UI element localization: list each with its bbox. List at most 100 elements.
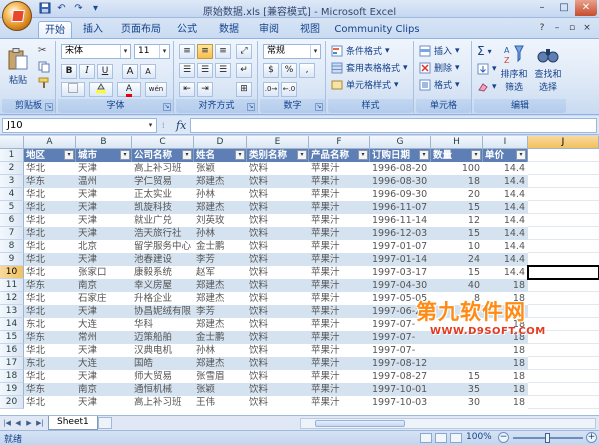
- grow-font-button[interactable]: A: [122, 64, 138, 79]
- table-cell[interactable]: 1997-07-: [370, 344, 431, 357]
- row-header[interactable]: 18: [0, 370, 24, 383]
- autosum-button[interactable]: Σ ▾: [477, 44, 492, 58]
- conditional-format-button[interactable]: 条件格式 ▾: [331, 44, 390, 57]
- table-cell[interactable]: 苹果汁: [309, 214, 370, 227]
- row-header[interactable]: 13: [0, 305, 24, 318]
- align-top-button[interactable]: ≡: [179, 44, 195, 59]
- table-cell[interactable]: [528, 279, 599, 292]
- row-header[interactable]: 16: [0, 344, 24, 357]
- table-cell[interactable]: 苹果汁: [309, 357, 370, 370]
- table-cell[interactable]: 40: [431, 279, 483, 292]
- tab-insert[interactable]: 插入: [78, 21, 108, 39]
- formula-input[interactable]: [190, 118, 597, 133]
- column-header-b[interactable]: B: [76, 136, 132, 149]
- row-header[interactable]: 12: [0, 292, 24, 305]
- horizontal-scrollbar[interactable]: [300, 418, 596, 429]
- row-header[interactable]: 14: [0, 318, 24, 331]
- qat-customize-icon[interactable]: ▾: [89, 2, 102, 15]
- table-cell[interactable]: 天津: [76, 396, 132, 409]
- format-as-table-button[interactable]: 套用表格格式 ▾: [331, 61, 408, 74]
- row-header[interactable]: 9: [0, 253, 24, 266]
- table-cell[interactable]: 饮料: [247, 357, 309, 370]
- row-header[interactable]: 4: [0, 188, 24, 201]
- table-cell[interactable]: 李芳: [194, 253, 247, 266]
- table-cell[interactable]: 天津: [76, 162, 132, 175]
- table-cell[interactable]: 天津: [76, 344, 132, 357]
- table-cell[interactable]: 南京: [76, 383, 132, 396]
- table-cell[interactable]: 华北: [24, 188, 76, 201]
- percent-button[interactable]: %: [281, 63, 297, 78]
- table-cell[interactable]: 幸义房屋: [132, 279, 194, 292]
- undo-icon[interactable]: ↶: [55, 2, 68, 15]
- table-cell[interactable]: [528, 383, 599, 396]
- table-cell[interactable]: 迈策船舶: [132, 331, 194, 344]
- filter-dropdown-icon[interactable]: ▾: [358, 150, 368, 160]
- table-cell[interactable]: 苹果汁: [309, 370, 370, 383]
- table-cell[interactable]: 饮料: [247, 370, 309, 383]
- table-cell[interactable]: 金士鹏: [194, 331, 247, 344]
- table-cell[interactable]: 15: [431, 201, 483, 214]
- table-cell[interactable]: [528, 357, 599, 370]
- table-cell[interactable]: 18: [483, 279, 528, 292]
- table-cell[interactable]: 1997-01-07: [370, 240, 431, 253]
- table-cell[interactable]: 华北: [24, 214, 76, 227]
- table-cell[interactable]: 北京: [76, 240, 132, 253]
- number-format-select[interactable]: 常规 ▾: [263, 44, 321, 59]
- table-cell[interactable]: 10: [431, 240, 483, 253]
- row-header[interactable]: 11: [0, 279, 24, 292]
- filter-dropdown-icon[interactable]: ▾: [235, 150, 245, 160]
- column-header-e[interactable]: E: [247, 136, 309, 149]
- merge-center-button[interactable]: ⊞: [236, 82, 252, 97]
- phonetic-button[interactable]: wén: [145, 82, 167, 97]
- decrease-indent-button[interactable]: ⇤: [179, 82, 195, 97]
- table-cell[interactable]: 14.4: [483, 201, 528, 214]
- table-cell[interactable]: 东北: [24, 318, 76, 331]
- table-cell[interactable]: 18: [431, 175, 483, 188]
- filter-dropdown-icon[interactable]: ▾: [297, 150, 307, 160]
- table-cell[interactable]: [528, 162, 599, 175]
- table-cell[interactable]: 大连: [76, 318, 132, 331]
- row-header[interactable]: 8: [0, 240, 24, 253]
- increase-decimal-button[interactable]: .0→: [263, 82, 279, 97]
- table-cell[interactable]: 郑建杰: [194, 292, 247, 305]
- table-cell[interactable]: 苹果汁: [309, 279, 370, 292]
- table-cell[interactable]: 李芳: [194, 305, 247, 318]
- table-cell[interactable]: 张雪眉: [194, 370, 247, 383]
- name-box[interactable]: J10 ▾: [2, 118, 157, 133]
- table-cell[interactable]: 郑建杰: [194, 279, 247, 292]
- increase-indent-button[interactable]: ⇥: [197, 82, 213, 97]
- table-cell[interactable]: 苹果汁: [309, 396, 370, 409]
- table-cell[interactable]: 天津: [76, 253, 132, 266]
- column-header-i[interactable]: I: [483, 136, 528, 149]
- tab-view[interactable]: 视图: [294, 21, 326, 39]
- table-cell[interactable]: 20: [431, 188, 483, 201]
- table-cell[interactable]: 华北: [24, 240, 76, 253]
- table-cell[interactable]: 苹果汁: [309, 344, 370, 357]
- table-cell[interactable]: 孙林: [194, 227, 247, 240]
- table-cell[interactable]: 14.4: [483, 175, 528, 188]
- align-bottom-button[interactable]: ≡: [215, 44, 231, 59]
- table-cell[interactable]: 饮料: [247, 266, 309, 279]
- row-header[interactable]: 10: [0, 266, 24, 279]
- filter-dropdown-icon[interactable]: ▾: [419, 150, 429, 160]
- row-header[interactable]: 19: [0, 383, 24, 396]
- page-layout-view-icon[interactable]: [435, 433, 447, 443]
- table-cell[interactable]: 1997-04-30: [370, 279, 431, 292]
- close-button[interactable]: ✕: [575, 0, 597, 16]
- table-cell[interactable]: 王伟: [194, 396, 247, 409]
- table-cell[interactable]: 常州: [76, 331, 132, 344]
- redo-icon[interactable]: ↷: [72, 2, 85, 15]
- fill-color-button[interactable]: [89, 82, 113, 97]
- header-cell[interactable]: 订购日期 ▾: [370, 149, 431, 162]
- table-cell[interactable]: 饮料: [247, 253, 309, 266]
- row-header[interactable]: 5: [0, 201, 24, 214]
- table-cell[interactable]: 14.4: [483, 214, 528, 227]
- wrap-text-button[interactable]: ↵: [236, 63, 252, 78]
- filter-dropdown-icon[interactable]: ▾: [516, 150, 526, 160]
- table-cell[interactable]: 华北: [24, 162, 76, 175]
- table-cell[interactable]: 苹果汁: [309, 318, 370, 331]
- table-cell[interactable]: 苹果汁: [309, 240, 370, 253]
- first-sheet-icon[interactable]: |◀: [2, 418, 12, 428]
- filter-dropdown-icon[interactable]: ▾: [64, 150, 74, 160]
- table-cell[interactable]: 就业广兑: [132, 214, 194, 227]
